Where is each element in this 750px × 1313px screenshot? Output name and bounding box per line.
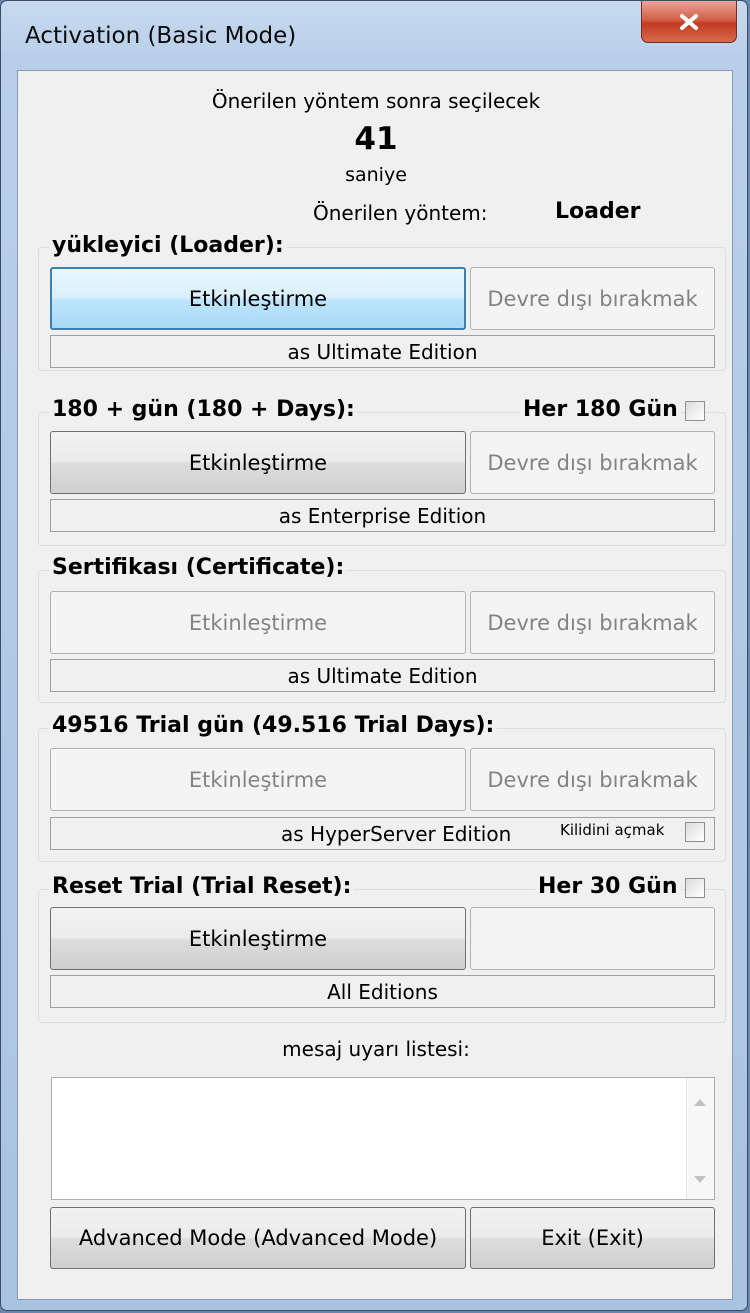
loader-edition-label: as Ultimate Edition — [50, 335, 715, 368]
certificate-activate-button[interactable]: Etkinleştirme — [50, 591, 466, 654]
days180-group-title: 180 + gün (180 + Days): — [49, 397, 358, 422]
exit-button[interactable]: Exit (Exit) — [470, 1207, 715, 1269]
close-icon — [680, 13, 698, 30]
scroll-down-icon[interactable] — [694, 1176, 706, 1183]
title-bar: Activation (Basic Mode) — [1, 1, 747, 71]
certificate-edition-label: as Ultimate Edition — [50, 659, 715, 692]
reset-check-label: Her 30 Gün — [535, 874, 681, 899]
recommended-method-value: Loader — [555, 199, 641, 224]
loader-deactivate-button[interactable]: Devre dışı bırakmak — [470, 267, 715, 330]
unlock-label: Kilidini açmak — [558, 821, 667, 839]
trial49516-deactivate-button[interactable]: Devre dışı bırakmak — [470, 748, 715, 811]
reset-group-title: Reset Trial (Trial Reset): — [49, 874, 355, 899]
dialog-body: Önerilen yöntem sonra seçilecek 41 saniy… — [17, 70, 733, 1300]
window-title: Activation (Basic Mode) — [25, 23, 297, 49]
trial49516-activate-button[interactable]: Etkinleştirme — [50, 748, 466, 811]
days180-edition-label: as Enterprise Edition — [50, 499, 715, 532]
recommended-method-label: Önerilen yöntem: — [313, 201, 488, 225]
reset-checkbox[interactable] — [685, 878, 705, 898]
reset-edition-label: All Editions — [50, 975, 715, 1008]
reset-deactivate-button[interactable] — [470, 907, 715, 970]
days180-activate-button[interactable]: Etkinleştirme — [50, 431, 466, 494]
days180-check-label: Her 180 Gün — [520, 397, 681, 422]
messages-scrollbar[interactable] — [686, 1078, 714, 1199]
messages-listbox[interactable] — [51, 1077, 715, 1200]
days180-deactivate-button[interactable]: Devre dışı bırakmak — [470, 431, 715, 494]
certificate-deactivate-button[interactable]: Devre dışı bırakmak — [470, 591, 715, 654]
activation-window: Activation (Basic Mode) Önerilen yöntem … — [0, 0, 748, 1311]
days180-checkbox[interactable] — [685, 401, 705, 421]
loader-group-title: yükleyici (Loader): — [49, 233, 287, 258]
countdown-seconds: 41 — [354, 121, 398, 157]
close-button[interactable] — [641, 1, 737, 43]
unlock-checkbox[interactable] — [685, 822, 705, 842]
countdown-label: Önerilen yöntem sonra seçilecek — [211, 89, 541, 113]
loader-activate-button[interactable]: Etkinleştirme — [50, 267, 466, 330]
scroll-up-icon[interactable] — [694, 1099, 706, 1106]
countdown-unit: saniye — [345, 164, 407, 186]
trial49516-group-title: 49516 Trial gün (49.516 Trial Days): — [49, 713, 498, 738]
reset-activate-button[interactable]: Etkinleştirme — [50, 907, 466, 970]
certificate-group-title: Sertifikası (Certificate): — [49, 555, 348, 580]
advanced-mode-button[interactable]: Advanced Mode (Advanced Mode) — [50, 1207, 466, 1269]
messages-label: mesaj uyarı listesi: — [282, 1037, 470, 1061]
